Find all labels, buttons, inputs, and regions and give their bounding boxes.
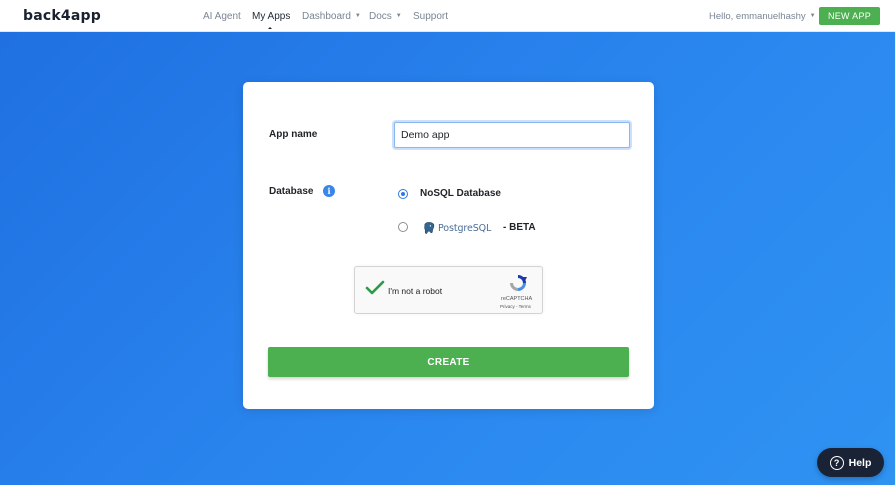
postgresql-label: PostgreSQL	[438, 222, 492, 234]
user-greeting: Hello, emmanuelhashy	[709, 11, 806, 22]
nav-support-label: Support	[413, 11, 449, 22]
nav-support[interactable]: Support	[413, 11, 448, 22]
nosql-radio[interactable]	[398, 189, 408, 199]
logo[interactable]: back4app	[23, 8, 101, 24]
app-name-input[interactable]	[394, 122, 630, 148]
caret-down-icon: ▼	[395, 13, 402, 19]
checkmark-icon[interactable]	[365, 280, 385, 296]
recaptcha-brand: reCAPTCHA	[501, 296, 533, 302]
caret-down-icon: ▼	[354, 13, 361, 19]
caret-down-icon: ▼	[809, 13, 816, 19]
postgresql-radio[interactable]	[398, 222, 408, 232]
top-navbar: back4app AI Agent My Apps Dashboard ▼ Doc…	[0, 0, 895, 32]
nav-my-apps-label: My Apps	[252, 11, 291, 22]
nav-my-apps[interactable]: My Apps	[252, 11, 290, 22]
postgresql-logo[interactable]: PostgreSQL	[422, 221, 498, 235]
info-icon[interactable]: i	[323, 185, 335, 197]
recaptcha-widget[interactable]: I'm not a robot reCAPTCHA Privacy - Term…	[354, 266, 543, 314]
nav-dashboard[interactable]: Dashboard ▼	[302, 11, 361, 22]
create-app-card: App name Database i NoSQL Database Postg…	[243, 82, 654, 409]
recaptcha-logo-icon	[510, 275, 527, 291]
nav-ai-agent-label: AI Agent	[203, 11, 241, 22]
beta-suffix: - BETA	[503, 222, 536, 233]
app-name-label: App name	[269, 129, 318, 140]
nav-docs-label: Docs	[369, 11, 392, 22]
recaptcha-label: I'm not a robot	[388, 286, 443, 296]
question-icon: ?	[829, 455, 844, 470]
nav-docs[interactable]: Docs ▼	[369, 11, 402, 22]
nav-dashboard-label: Dashboard	[302, 11, 351, 22]
new-app-button[interactable]: NEW APP	[819, 7, 880, 25]
nosql-option-label[interactable]: NoSQL Database	[420, 188, 501, 199]
active-indicator	[268, 27, 272, 29]
help-label: Help	[848, 456, 872, 469]
help-button[interactable]: ? Help	[817, 448, 884, 477]
user-menu[interactable]: Hello, emmanuelhashy ▼	[709, 11, 816, 22]
database-label: Database	[269, 186, 314, 197]
create-button[interactable]: CREATE	[268, 347, 629, 377]
recaptcha-links[interactable]: Privacy - Terms	[500, 304, 531, 309]
nav-ai-agent[interactable]: AI Agent	[203, 11, 241, 22]
postgresql-elephant-icon	[424, 222, 435, 234]
